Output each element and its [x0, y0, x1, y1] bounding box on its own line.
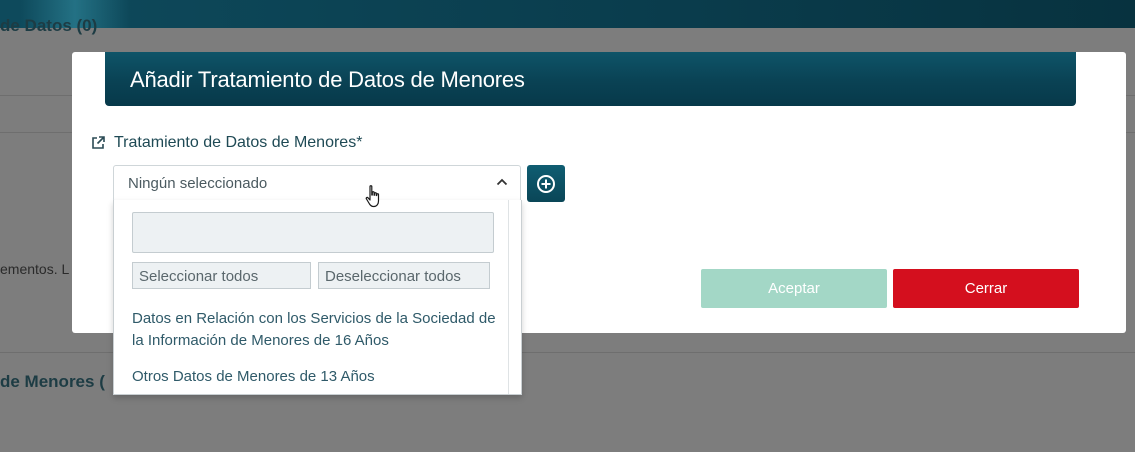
plus-circle-icon	[537, 175, 555, 193]
modal-title: Añadir Tratamiento de Datos de Menores	[130, 67, 525, 92]
external-link-icon[interactable]	[91, 136, 105, 150]
deselect-all-button[interactable]: Deseleccionar todos	[318, 262, 490, 289]
accept-button[interactable]: Aceptar	[701, 269, 887, 308]
dropdown-option[interactable]: Datos en Relación con los Servicios de l…	[132, 308, 497, 352]
background-text: ementos. L	[0, 261, 70, 277]
top-navigation-bar	[0, 0, 1135, 28]
modal-header: Añadir Tratamiento de Datos de Menores	[105, 52, 1076, 106]
dropdown-search-input[interactable]	[132, 212, 494, 253]
background-section-title: de Datos (0)	[0, 16, 98, 35]
close-button[interactable]: Cerrar	[893, 269, 1079, 308]
select-value: Ningún seleccionado	[128, 175, 268, 192]
chevron-up-icon	[496, 178, 508, 186]
background-section-title: de Menores (	[0, 372, 105, 391]
field-label: Tratamiento de Datos de Menores*	[114, 134, 363, 151]
add-button[interactable]	[527, 165, 565, 202]
select-all-button[interactable]: Seleccionar todos	[132, 262, 311, 289]
dropdown-option[interactable]: Otros Datos de Menores de 13 Años	[132, 366, 497, 388]
dropdown-scrollbar[interactable]	[508, 200, 521, 394]
minors-data-select[interactable]: Ningún seleccionado	[113, 165, 521, 202]
hand-cursor-icon	[365, 185, 380, 208]
select-dropdown-panel: Seleccionar todos Deseleccionar todos Da…	[113, 200, 522, 395]
